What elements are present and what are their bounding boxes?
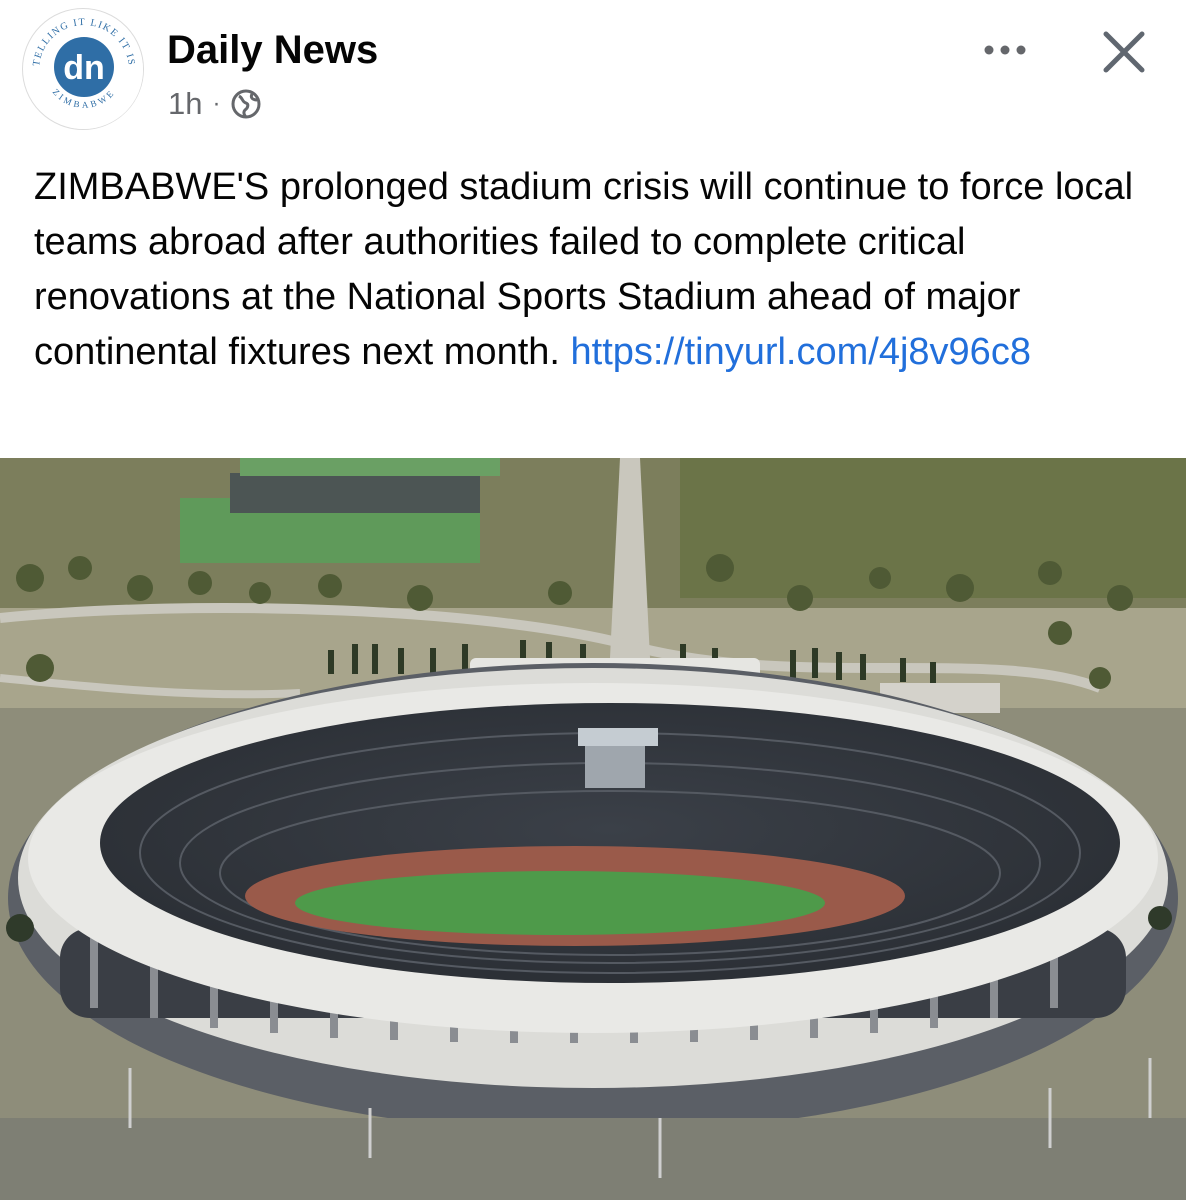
post-meta: 1h ·	[168, 84, 262, 124]
globe-icon	[231, 89, 261, 119]
close-icon	[1103, 31, 1145, 73]
daily-news-logo: TELLING IT LIKE IT IS ZIMBABWE dn	[25, 11, 143, 129]
page-name[interactable]: Daily News	[167, 28, 378, 73]
more-dots-icon	[984, 45, 1026, 55]
logo-initials: dn	[63, 49, 105, 87]
post-header: TELLING IT LIKE IT IS ZIMBABWE dn Daily …	[0, 0, 1186, 140]
post-text: ZIMBABWE'S prolonged stadium crisis will…	[34, 160, 1154, 380]
close-button[interactable]	[1098, 26, 1150, 78]
post-image[interactable]	[0, 458, 1186, 1200]
stadium-aerial-image	[0, 458, 1186, 1200]
post-link[interactable]: https://tinyurl.com/4j8v96c8	[571, 331, 1031, 373]
more-options-button[interactable]	[975, 28, 1035, 68]
page-avatar[interactable]: TELLING IT LIKE IT IS ZIMBABWE dn	[22, 8, 144, 130]
meta-separator: ·	[212, 90, 221, 117]
timestamp[interactable]: 1h	[168, 86, 202, 122]
